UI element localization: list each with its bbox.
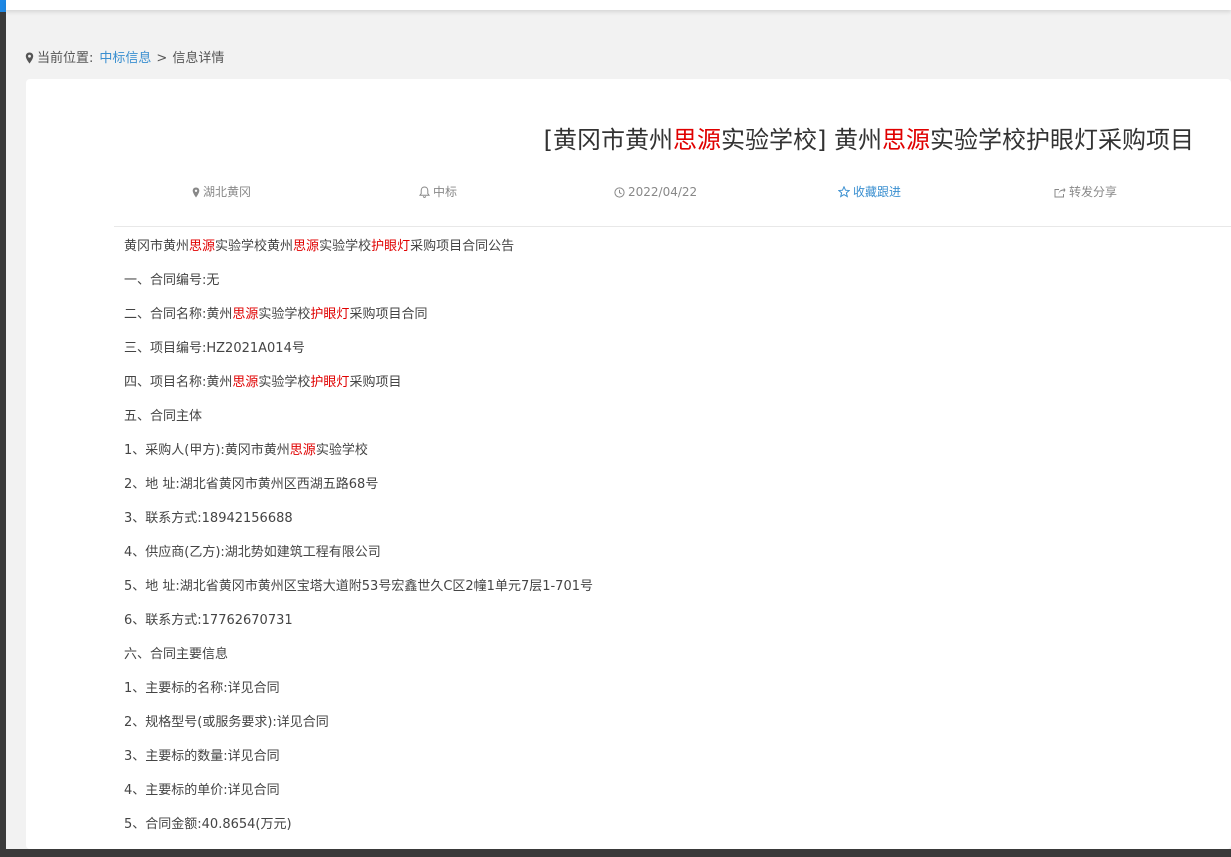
keyword-highlight: 思源 (289, 443, 316, 458)
content-line: 1、采购人(甲方):黄冈市黄州思源实验学校 (124, 438, 1214, 472)
clock-icon (614, 187, 625, 198)
star-icon (838, 186, 850, 198)
content-line: 2、规格型号(或服务要求):详见合同 (124, 715, 329, 730)
text-segment: 采购项目合同公告 (410, 239, 515, 254)
share-icon (1054, 187, 1066, 198)
content-line: 4、主要标的单价:详见合同 (124, 783, 280, 798)
text-segment: 二、合同名称:黄州 (124, 307, 233, 322)
map-pin-icon (25, 52, 34, 70)
keyword-highlight: 思源 (293, 239, 320, 254)
content-line: 4、供应商(乙方):湖北势如建筑工程有限公司 (124, 545, 381, 560)
text-segment: 黄冈市黄州 (124, 239, 190, 254)
meta-region: 湖北黄冈 (192, 183, 251, 201)
share-button[interactable]: 转发分享 (1054, 183, 1117, 201)
content-line: 1、主要标的名称:详见合同 (124, 681, 280, 696)
breadcrumb-prefix: 当前位置: (37, 51, 94, 66)
title-highlight-1: 思源 (673, 126, 721, 154)
favorite-button[interactable]: 收藏跟进 (838, 183, 901, 201)
meta-date-text: 2022/04/22 (628, 185, 698, 199)
meta-type: 中标 (419, 183, 457, 201)
text-segment: 实验学校 (258, 375, 311, 390)
meta-type-text: 中标 (433, 185, 458, 199)
text-segment: 1、采购人(甲方):黄冈市黄州 (124, 443, 290, 458)
keyword-highlight: 思源 (189, 239, 216, 254)
content-line: 6、联系方式:17762670731 (124, 613, 293, 628)
keyword-highlight: 护眼灯 (310, 375, 350, 390)
content-line: 一、合同编号:无 (124, 273, 220, 288)
share-button-label: 转发分享 (1069, 185, 1118, 199)
title-part-3: 实验学校护眼灯采购项目 (930, 126, 1194, 154)
keyword-highlight: 护眼灯 (310, 307, 350, 322)
text-segment: 实验学校 (315, 443, 368, 458)
text-segment: 实验学校 (258, 307, 311, 322)
window-bottom-edge (0, 849, 1231, 857)
keyword-highlight: 思源 (232, 307, 259, 322)
title-highlight-2: 思源 (882, 126, 930, 154)
title-divider (114, 226, 1231, 227)
page-title: [黄冈市黄州思源实验学校] 黄州思源实验学校护眼灯采购项目 (26, 122, 1194, 158)
breadcrumb-current: 信息详情 (172, 51, 225, 66)
text-segment: 四、项目名称:黄州 (124, 375, 233, 390)
content-line: 黄冈市黄州思源实验学校黄州思源实验学校护眼灯采购项目合同公告 (124, 234, 1214, 268)
content-line: 四、项目名称:黄州思源实验学校护眼灯采购项目 (124, 370, 1214, 404)
content-line: 5、地 址:湖北省黄冈市黄州区宝塔大道附53号宏鑫世久C区2幢1单元7层1-70… (124, 579, 593, 594)
content-line: 3、联系方式:18942156688 (124, 511, 293, 526)
content-line: 五、合同主体 (124, 409, 203, 424)
keyword-highlight: 护眼灯 (371, 239, 411, 254)
announcement-body: 黄冈市黄州思源实验学校黄州思源实验学校护眼灯采购项目合同公告 一、合同编号:无 … (124, 234, 1214, 846)
top-bar (6, 0, 1231, 10)
keyword-highlight: 思源 (232, 375, 259, 390)
favorite-button-label: 收藏跟进 (853, 185, 902, 199)
text-segment: 实验学校 (319, 239, 372, 254)
content-line: 三、项目编号:HZ2021A014号 (124, 341, 305, 356)
content-line: 5、合同金额:40.8654(万元) (124, 817, 292, 832)
text-segment: 采购项目合同 (349, 307, 428, 322)
title-part-1: [黄冈市黄州 (543, 126, 673, 154)
breadcrumb-separator: > (156, 51, 168, 66)
title-part-2: 实验学校] 黄州 (721, 126, 882, 154)
content-line: 3、主要标的数量:详见合同 (124, 749, 280, 764)
content-line: 六、合同主要信息 (124, 647, 229, 662)
meta-region-text: 湖北黄冈 (203, 185, 252, 199)
location-pin-icon (192, 187, 200, 198)
text-segment: 采购项目 (349, 375, 402, 390)
bell-icon (419, 186, 430, 198)
breadcrumb-link-bid-info[interactable]: 中标信息 (99, 51, 151, 66)
meta-date: 2022/04/22 (614, 183, 697, 201)
content-line: 2、地 址:湖北省黄冈市黄州区西湖五路68号 (124, 477, 379, 492)
window-left-edge (0, 0, 6, 857)
text-segment: 实验学校黄州 (215, 239, 294, 254)
content-line: 二、合同名称:黄州思源实验学校护眼灯采购项目合同 (124, 302, 1214, 336)
breadcrumb: 当前位置: 中标信息 > 信息详情 (25, 50, 224, 68)
